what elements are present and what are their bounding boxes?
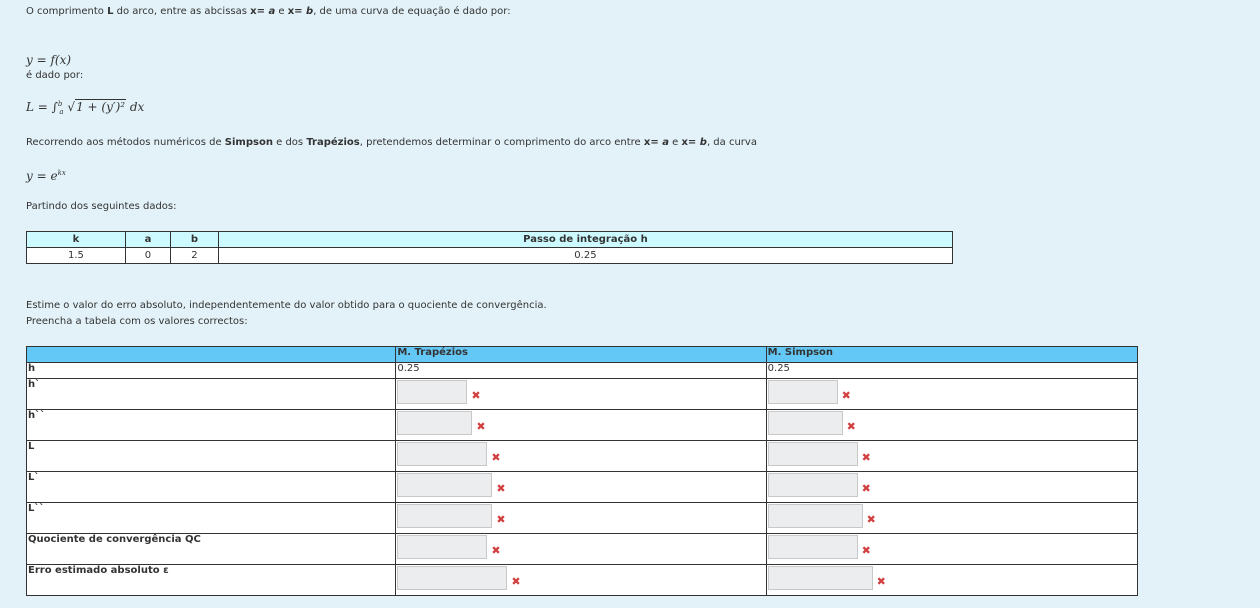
wrong-answer-icon: ✖ bbox=[496, 512, 506, 526]
header-trapezios: M. Trapézios bbox=[395, 346, 767, 363]
simpson-answer-input[interactable] bbox=[767, 535, 858, 559]
answer-row: h`` ✖ ✖ bbox=[25, 409, 1139, 441]
methods-text: Recorrendo aos métodos numéricos de Simp… bbox=[26, 137, 757, 148]
value-b: 2 bbox=[170, 247, 219, 264]
trapezios-answer-input[interactable] bbox=[397, 380, 468, 404]
row-label: h bbox=[25, 362, 397, 379]
header-blank bbox=[25, 346, 397, 363]
simpson-answer-input[interactable] bbox=[767, 473, 858, 497]
wrong-answer-icon: ✖ bbox=[861, 481, 871, 495]
data-table-header: k a b Passo de integração h bbox=[26, 231, 954, 248]
answer-row: Erro estimado absoluto ε ✖ ✖ bbox=[25, 564, 1139, 596]
simpson-answer-input[interactable] bbox=[767, 380, 838, 404]
equation-f: y = f(x) bbox=[26, 53, 72, 67]
row-label: h` bbox=[25, 378, 397, 410]
equation-L: L = ∫ba √1 + (y′)² dx bbox=[26, 99, 145, 116]
wrong-answer-icon: ✖ bbox=[861, 543, 871, 557]
dado-por-text: é dado por: bbox=[26, 70, 84, 81]
wrong-answer-icon: ✖ bbox=[471, 388, 481, 402]
partindo-text: Partindo dos seguintes dados: bbox=[26, 201, 177, 212]
answer-row: L ✖ ✖ bbox=[25, 440, 1139, 472]
answer-table-header: M. Trapézios M. Simpson bbox=[25, 346, 1139, 363]
wrong-answer-icon: ✖ bbox=[491, 543, 501, 557]
row-label: h`` bbox=[25, 409, 397, 441]
wrong-answer-icon: ✖ bbox=[866, 512, 876, 526]
wrong-answer-icon: ✖ bbox=[476, 419, 486, 433]
answer-row: L` ✖ ✖ bbox=[25, 471, 1139, 503]
header-k: k bbox=[26, 231, 126, 248]
trapezios-answer-input[interactable] bbox=[397, 473, 493, 497]
h-simpson-value: 0.25 bbox=[765, 362, 1139, 379]
wrong-answer-icon: ✖ bbox=[496, 481, 506, 495]
value-a: 0 bbox=[124, 247, 172, 264]
simpson-answer-input[interactable] bbox=[767, 442, 858, 466]
row-label: Quociente de convergência QC bbox=[25, 533, 397, 565]
wrong-answer-icon: ✖ bbox=[511, 574, 521, 588]
row-label: L` bbox=[25, 471, 397, 503]
value-k: 1.5 bbox=[26, 247, 126, 264]
row-label: L`` bbox=[25, 502, 397, 534]
header-b: b bbox=[170, 231, 219, 248]
trapezios-answer-input[interactable] bbox=[397, 504, 493, 528]
data-table: k a b Passo de integração h 1.5 0 2 0.25 bbox=[26, 231, 954, 264]
answer-row: h` ✖ ✖ bbox=[25, 378, 1139, 410]
wrong-answer-icon: ✖ bbox=[861, 450, 871, 464]
trapezios-answer-input[interactable] bbox=[397, 566, 508, 590]
simpson-answer-input[interactable] bbox=[767, 566, 873, 590]
simpson-answer-input[interactable] bbox=[767, 411, 843, 435]
wrong-answer-icon: ✖ bbox=[876, 574, 886, 588]
answer-table: M. Trapézios M. Simpson h 0.25 0.25 h` ✖ ✖… bbox=[25, 346, 1139, 596]
trapezios-answer-input[interactable] bbox=[397, 535, 488, 559]
intro-text: O comprimento L do arco, entre as abciss… bbox=[26, 6, 511, 17]
answer-row: L`` ✖ ✖ bbox=[25, 502, 1139, 534]
header-a: a bbox=[124, 231, 172, 248]
header-h: Passo de integração h bbox=[217, 231, 954, 248]
row-h: h 0.25 0.25 bbox=[25, 362, 1139, 379]
wrong-answer-icon: ✖ bbox=[491, 450, 501, 464]
wrong-answer-icon: ✖ bbox=[841, 388, 851, 402]
value-h: 0.25 bbox=[217, 247, 954, 264]
trapezios-answer-input[interactable] bbox=[397, 411, 473, 435]
preencha-text: Preencha a tabela com os valores correct… bbox=[26, 316, 248, 327]
row-label: Erro estimado absoluto ε bbox=[25, 564, 397, 596]
equation-y: y = ekx bbox=[26, 169, 66, 183]
simpson-answer-input[interactable] bbox=[767, 504, 863, 528]
trapezios-answer-input[interactable] bbox=[397, 442, 488, 466]
answer-row: Quociente de convergência QC ✖ ✖ bbox=[25, 533, 1139, 565]
estime-text: Estime o valor do erro absoluto, indepen… bbox=[26, 300, 547, 311]
wrong-answer-icon: ✖ bbox=[846, 419, 856, 433]
h-trapezios-value: 0.25 bbox=[395, 362, 767, 379]
data-table-row: 1.5 0 2 0.25 bbox=[26, 247, 954, 264]
row-label: L bbox=[25, 440, 397, 472]
header-simpson: M. Simpson bbox=[765, 346, 1139, 363]
